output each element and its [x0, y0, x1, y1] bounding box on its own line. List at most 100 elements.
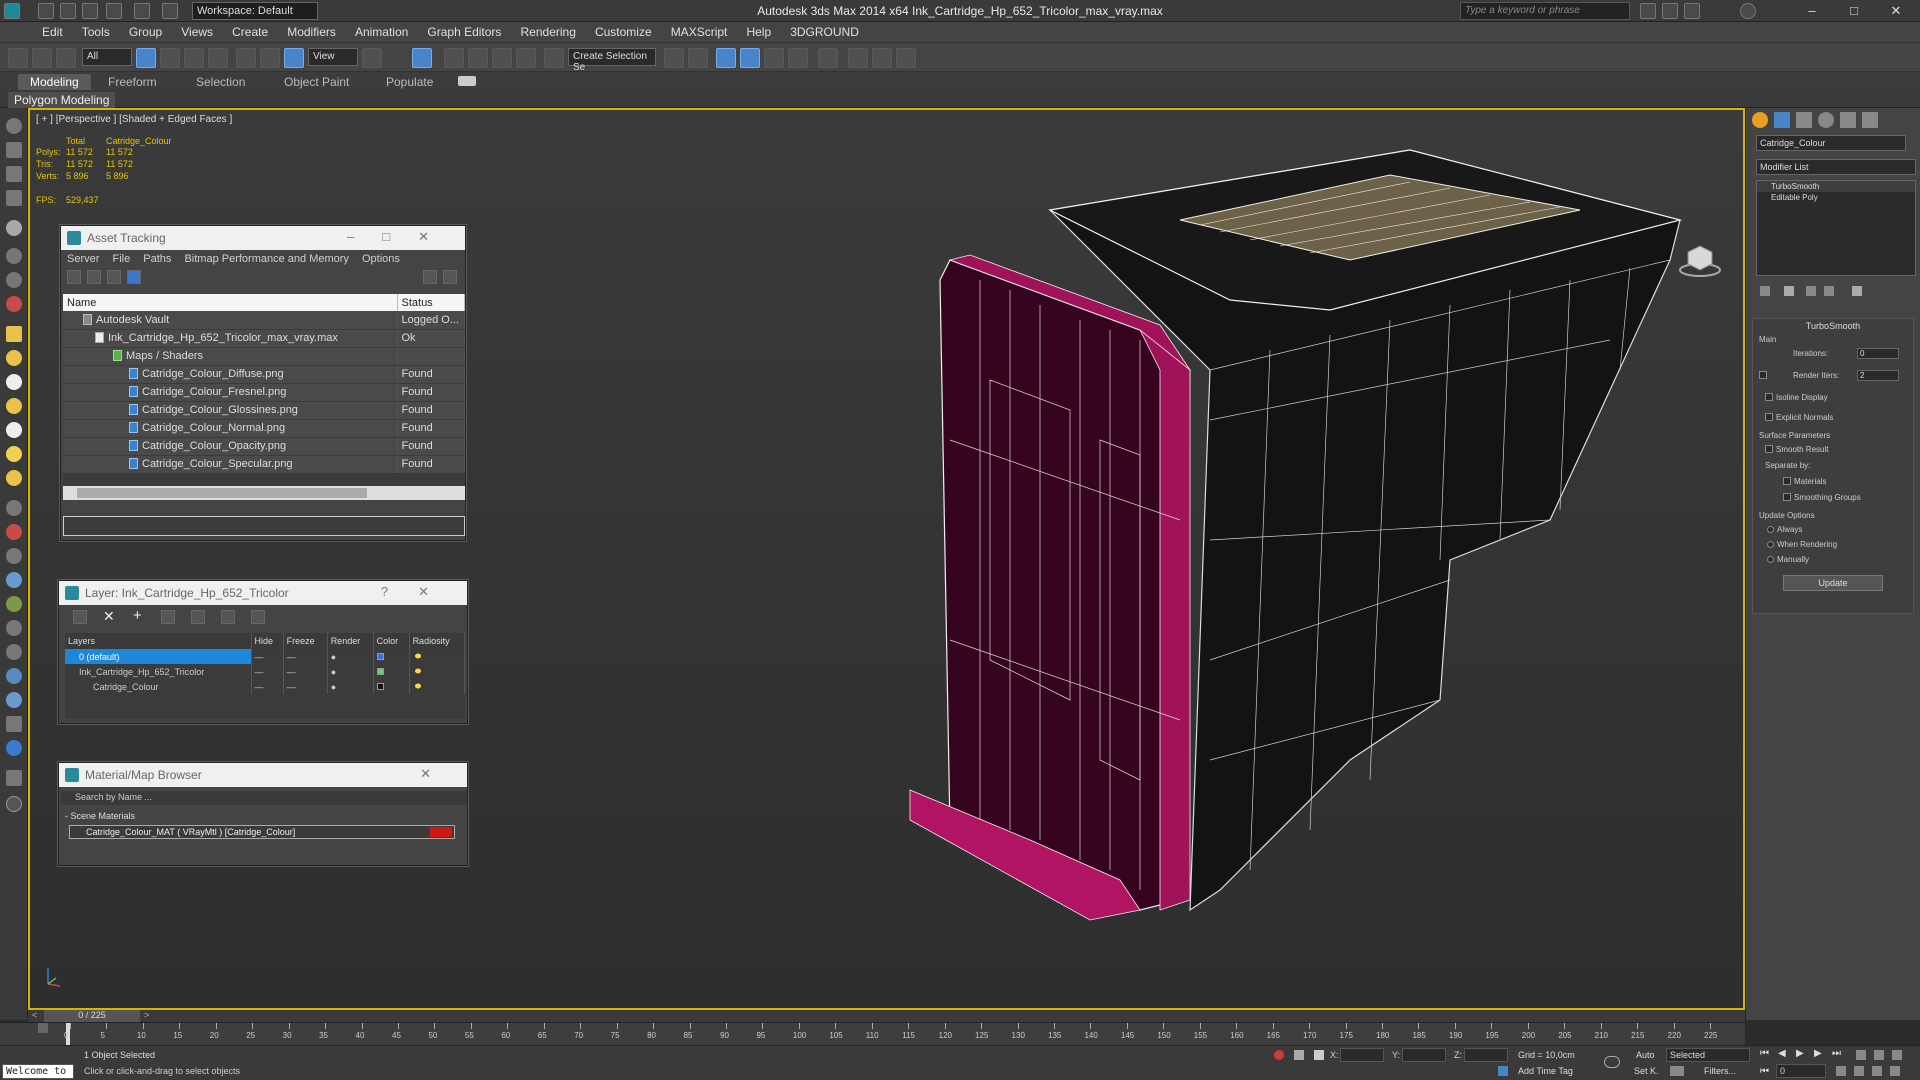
link-icon[interactable]	[8, 48, 28, 68]
sun-icon[interactable]	[6, 446, 22, 462]
render-teapot-icon[interactable]: ●	[327, 649, 374, 664]
schematic-view-icon[interactable]	[788, 48, 808, 68]
modifier-list-dropdown[interactable]: Modifier List	[1756, 159, 1916, 175]
column-color[interactable]: Color	[373, 633, 410, 649]
light-icon[interactable]	[6, 220, 22, 236]
pan-icon[interactable]	[1836, 1066, 1846, 1076]
hierarchy-tab-icon[interactable]	[1796, 112, 1812, 128]
radiosity-icon[interactable]	[409, 649, 466, 664]
list-view-icon[interactable]	[87, 270, 101, 284]
select-by-name-icon[interactable]	[160, 48, 180, 68]
hold-icon[interactable]	[162, 3, 178, 19]
open-file-icon[interactable]	[60, 3, 76, 19]
camera-icon[interactable]	[6, 248, 22, 264]
column-render[interactable]: Render	[327, 633, 374, 649]
menu-animation[interactable]: Animation	[347, 22, 416, 42]
angle-snap-icon[interactable]	[468, 48, 488, 68]
menu-maxscript[interactable]: MAXScript	[663, 22, 736, 42]
dialog-window-buttons[interactable]: –□✕	[347, 229, 457, 245]
track-bar[interactable]: 0 5 10 15 20 25 30 35 40 45 50 55 60 65 70 75 80 85 90 95 10…	[0, 1022, 1745, 1045]
table-row[interactable]: Autodesk Vault Logged O...	[63, 311, 465, 330]
app-icon[interactable]	[4, 3, 20, 19]
table-row[interactable]: Catridge_Colour_Fresnel.png Found	[63, 383, 465, 402]
table-row[interactable]: Catridge_Colour_Specular.png Found	[63, 455, 465, 474]
bind-space-warp-icon[interactable]	[56, 48, 76, 68]
menu-3dground[interactable]: 3DGROUND	[782, 22, 867, 42]
when-rendering-radio[interactable]: When Rendering	[1767, 540, 1837, 549]
object-name-field[interactable]: Catridge_Colour	[1756, 135, 1906, 151]
materials-checkbox[interactable]: Materials	[1783, 477, 1826, 486]
menu-edit[interactable]: Edit	[34, 22, 71, 42]
menu-views[interactable]: Views	[173, 22, 221, 42]
rotate-icon[interactable]	[260, 48, 280, 68]
hide-toggle[interactable]: —	[251, 664, 284, 679]
always-radio[interactable]: Always	[1767, 525, 1802, 534]
undo-icon[interactable]	[106, 3, 122, 19]
hide-toggle[interactable]: —	[251, 649, 284, 664]
render-production-icon[interactable]	[896, 48, 916, 68]
turbosmooth-rollout-title[interactable]: TurboSmooth	[1753, 319, 1913, 333]
menu-rendering[interactable]: Rendering	[513, 22, 584, 42]
scrollbar-thumb[interactable]	[77, 488, 367, 498]
display-tab-icon[interactable]	[1840, 112, 1856, 128]
select-manipulate-icon[interactable]	[412, 48, 432, 68]
tab-freeform[interactable]: Freeform	[96, 74, 169, 90]
hide-all-icon[interactable]	[221, 610, 235, 624]
show-end-result-icon[interactable]	[1784, 286, 1794, 296]
key-filter-dropdown[interactable]: Selected	[1666, 1048, 1750, 1062]
menu-file[interactable]: File	[112, 253, 130, 265]
make-unique-icon[interactable]	[1806, 286, 1816, 296]
field-of-view-icon[interactable]	[1872, 1066, 1882, 1076]
material-search-input[interactable]: Search by Name ...	[61, 791, 467, 805]
play-icon[interactable]: ▶	[1796, 1048, 1804, 1059]
biped-icon[interactable]	[6, 596, 22, 612]
update-button[interactable]: Update	[1783, 575, 1883, 591]
select-objects-icon[interactable]	[161, 610, 175, 624]
menu-create[interactable]: Create	[224, 22, 276, 42]
pin-icon[interactable]	[1274, 1050, 1284, 1060]
time-slider[interactable]: < 0 / 225 >	[28, 1010, 1745, 1022]
add-time-tag[interactable]: Add Time Tag	[1518, 1066, 1573, 1076]
scale-icon[interactable]	[284, 48, 304, 68]
star-icon[interactable]	[1684, 3, 1700, 19]
time-tag-icon[interactable]	[1498, 1066, 1508, 1076]
auto-key-button[interactable]: Auto	[1636, 1050, 1655, 1060]
explicit-normals-checkbox[interactable]: Explicit Normals	[1765, 413, 1833, 422]
column-radiosity[interactable]: Radiosity	[409, 633, 466, 649]
isoline-display-checkbox[interactable]: Isoline Display	[1765, 393, 1828, 402]
table-row[interactable]: Catridge_Colour_Glossines.png Found	[63, 401, 465, 420]
horizontal-scrollbar[interactable]	[63, 486, 465, 500]
key-icon[interactable]	[1604, 1056, 1620, 1068]
asset-path-field[interactable]	[63, 516, 465, 536]
column-name[interactable]: Name	[63, 294, 398, 311]
close-icon[interactable]: ✕	[420, 766, 459, 782]
freeze-toggle[interactable]: —	[283, 649, 328, 664]
move-icon[interactable]	[236, 48, 256, 68]
layer-color-swatch[interactable]	[373, 664, 410, 679]
display-icon[interactable]	[6, 118, 22, 134]
redo-icon[interactable]	[134, 3, 150, 19]
absolute-mode-icon[interactable]	[1314, 1050, 1324, 1060]
search-input[interactable]: Type a keyword or phrase	[1460, 2, 1630, 20]
menu-help[interactable]: Help	[738, 22, 779, 42]
utilities-tab-icon[interactable]	[1862, 112, 1878, 128]
viewcube-icon[interactable]	[1678, 242, 1722, 278]
menu-server[interactable]: Server	[67, 253, 99, 265]
utilities-icon[interactable]	[6, 166, 22, 182]
modify-tab-icon[interactable]	[1774, 112, 1790, 128]
material-item[interactable]: Catridge_Colour_MAT ( VRayMtl ) [Catridg…	[69, 825, 455, 839]
go-to-end-icon[interactable]: ⏭	[1832, 1048, 1841, 1059]
array-icon[interactable]	[6, 692, 22, 708]
binoculars-icon[interactable]	[1640, 3, 1656, 19]
mirror-icon[interactable]	[664, 48, 684, 68]
gravity-icon[interactable]	[6, 644, 22, 660]
asset-tracking-titlebar[interactable]: Asset Tracking –□✕	[61, 226, 465, 250]
stack-item-editable-poly[interactable]: Editable Poly	[1757, 192, 1915, 203]
scene-materials-header[interactable]: - Scene Materials	[65, 811, 135, 821]
ribbon-options-icon[interactable]	[458, 76, 476, 86]
smooth-result-checkbox[interactable]: Smooth Result	[1765, 445, 1828, 454]
help-icon[interactable]	[1740, 3, 1756, 19]
close-icon[interactable]: ✕	[1878, 2, 1914, 20]
cartridge-model[interactable]	[890, 140, 1710, 1020]
layer-row-default[interactable]: 0 (default) — — ●	[65, 649, 466, 664]
